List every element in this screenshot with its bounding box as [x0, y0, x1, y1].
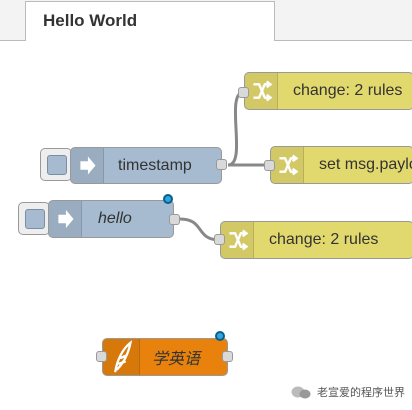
flow-workspace[interactable]: timestamp change: 2 rules set msg.payloa… [0, 41, 412, 410]
node-hello[interactable]: hello [48, 200, 174, 238]
node-label: change: 2 rules [269, 231, 379, 248]
arrow-in-icon [49, 201, 82, 237]
node-change-2-rules-top[interactable]: change: 2 rules [244, 72, 412, 110]
input-port[interactable] [214, 234, 225, 245]
feather-icon [103, 339, 140, 375]
changed-indicator-dot [215, 331, 225, 341]
shuffle-icon [271, 147, 304, 183]
node-set-msg-payload[interactable]: set msg.payload [270, 146, 412, 184]
arrow-in-icon [71, 148, 104, 183]
node-label: 学英语 [152, 349, 201, 368]
tab-bar: Hello World [0, 0, 412, 42]
shuffle-icon [245, 73, 278, 109]
output-port[interactable] [222, 351, 233, 362]
input-port[interactable] [264, 160, 275, 171]
inject-button-timestamp[interactable] [40, 148, 72, 181]
watermark: 老宣爱的程序世界 [290, 384, 405, 400]
node-label: timestamp [118, 156, 192, 174]
inject-button-hello[interactable] [18, 202, 50, 235]
wire-timestamp-change1[interactable] [227, 90, 245, 167]
tab-label: Hello World [43, 11, 138, 30]
inject-button-face [47, 155, 67, 175]
inject-button-face [25, 209, 45, 229]
shuffle-icon [221, 222, 254, 258]
tab-hello-world[interactable]: Hello World [25, 1, 275, 42]
output-port[interactable] [169, 214, 180, 225]
node-timestamp[interactable]: timestamp [70, 147, 222, 184]
changed-indicator-dot [163, 194, 173, 204]
input-port[interactable] [238, 87, 249, 98]
node-learn-english[interactable]: 学英语 [102, 338, 228, 376]
node-label: set msg.payload [319, 156, 412, 173]
output-port[interactable] [216, 159, 227, 170]
watermark-text: 老宣爱的程序世界 [317, 387, 405, 399]
wechat-logo-icon [291, 386, 311, 399]
input-port[interactable] [96, 351, 107, 362]
node-change-2-rules-bottom[interactable]: change: 2 rules [220, 221, 412, 259]
node-label: hello [98, 210, 132, 227]
node-label: change: 2 rules [293, 82, 403, 99]
